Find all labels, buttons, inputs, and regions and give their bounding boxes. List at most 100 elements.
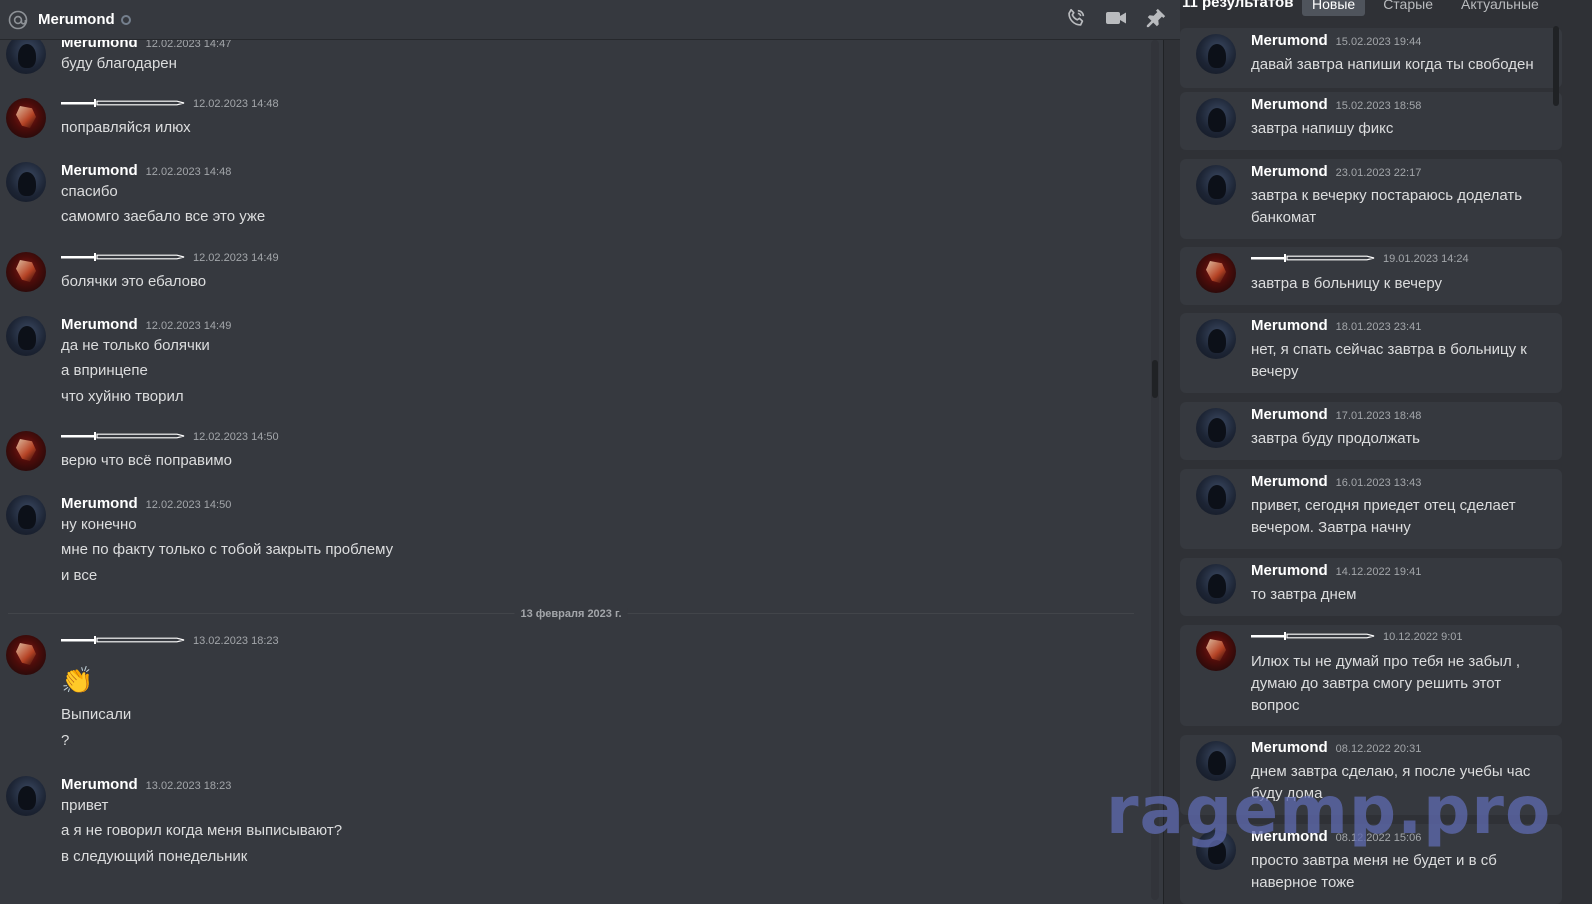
avatar[interactable] [1196, 631, 1236, 671]
message-text: самомго заебало все это уже [61, 208, 266, 225]
avatar[interactable] [1196, 253, 1236, 293]
timestamp: 12.02.2023 14:50 [193, 431, 279, 443]
sword-nickname-graphic[interactable] [61, 253, 185, 261]
search-result[interactable]: Merumond 15.02.2023 18:58 завтра напишу ф… [1180, 92, 1562, 150]
at-icon [8, 10, 28, 30]
message-text: поправляйся илюх [61, 119, 191, 136]
chat-scrollbar-thumb[interactable] [1152, 360, 1158, 398]
avatar[interactable] [6, 635, 46, 675]
pin-icon[interactable] [1144, 6, 1168, 30]
message-text: верю что всё поправимо [61, 452, 233, 469]
sort-tabs: Новые Старые Актуальные [1302, 0, 1557, 16]
author-name[interactable]: Merumond [1251, 562, 1328, 579]
search-result[interactable]: 10.12.2022 9:01 Илюх ты не думай про теб… [1180, 625, 1562, 726]
message-text: спасибо [61, 183, 118, 200]
search-results-panel: 11 результатов Новые Старые Актуальные M… [1163, 0, 1592, 904]
message-text: привет [61, 797, 109, 814]
avatar[interactable] [1196, 408, 1236, 448]
clapping-hands-emoji: 👏 [61, 665, 94, 695]
tab-relevant[interactable]: Актуальные [1451, 0, 1549, 16]
timestamp: 12.02.2023 14:48 [145, 166, 232, 178]
message-text: ? [61, 732, 70, 749]
timestamp: 17.01.2023 18:48 [1335, 410, 1422, 422]
timestamp: 14.12.2022 19:41 [1335, 566, 1422, 578]
avatar[interactable] [6, 98, 46, 138]
search-result[interactable]: Merumond 15.02.2023 19:44 давай завтра на… [1180, 28, 1562, 88]
avatar[interactable] [1196, 98, 1236, 138]
result-text: давай завтра напиши когда ты свободен [1251, 56, 1534, 73]
video-icon[interactable] [1104, 6, 1128, 30]
avatar[interactable] [6, 776, 46, 816]
avatar[interactable] [1196, 165, 1236, 205]
message-text: а впринцепе [61, 362, 148, 379]
avatar[interactable] [1196, 475, 1236, 515]
timestamp: 13.02.2023 18:23 [145, 780, 232, 792]
search-result[interactable]: Merumond 17.01.2023 18:48 завтра буду про… [1180, 402, 1562, 460]
search-results-header: 11 результатов Новые Старые Актуальные [1164, 0, 1592, 26]
avatar[interactable] [1196, 34, 1236, 74]
channel-header: Merumond [0, 0, 1180, 40]
author-name[interactable]: Merumond [1251, 473, 1328, 490]
sword-nickname-graphic[interactable] [61, 432, 185, 440]
message-text: мне по факту только с тобой закрыть проб… [61, 541, 394, 558]
message-text: а я не говорил когда меня выписывают? [61, 822, 343, 839]
result-text: то завтра днем [1251, 586, 1357, 603]
timestamp: 15.02.2023 18:58 [1335, 100, 1422, 112]
result-text: днем завтра сделаю, я после учебы час бу… [1251, 763, 1531, 802]
author-name[interactable]: Merumond [61, 495, 138, 512]
search-result[interactable]: Merumond 14.12.2022 19:41 то завтра днем [1180, 558, 1562, 616]
timestamp: 16.01.2023 13:43 [1335, 477, 1422, 489]
author-name[interactable]: Merumond [1251, 96, 1328, 113]
timestamp: 19.01.2023 14:24 [1383, 253, 1469, 265]
avatar[interactable] [1196, 319, 1236, 359]
avatar[interactable] [1196, 741, 1236, 781]
timestamp: 13.02.2023 18:23 [193, 635, 279, 647]
search-result[interactable]: Merumond 08.12.2022 15:06 просто завтра м… [1180, 824, 1562, 904]
result-text: завтра к вечерку постараюсь доделать бан… [1251, 187, 1523, 226]
search-result[interactable]: Merumond 16.01.2023 13:43 привет, сегодня… [1180, 469, 1562, 549]
timestamp: 12.02.2023 14:49 [193, 252, 279, 264]
result-text: завтра в больницу к вечеру [1251, 275, 1443, 292]
author-name[interactable]: Merumond [61, 776, 138, 793]
tab-oldest[interactable]: Старые [1373, 0, 1443, 16]
author-name[interactable]: Merumond [1251, 739, 1328, 756]
avatar[interactable] [6, 495, 46, 535]
search-result[interactable]: 19.01.2023 14:24 завтра в больницу к веч… [1180, 247, 1562, 305]
author-name[interactable]: Merumond [1251, 317, 1328, 334]
search-result[interactable]: Merumond 18.01.2023 23:41 нет, я спать се… [1180, 313, 1562, 393]
sword-nickname-graphic[interactable] [61, 636, 185, 644]
sword-nickname-graphic[interactable] [1251, 254, 1375, 262]
timestamp: 15.02.2023 19:44 [1335, 36, 1422, 48]
message-text: буду благодарен [61, 55, 177, 72]
avatar[interactable] [1196, 830, 1236, 870]
call-icon[interactable] [1064, 6, 1088, 30]
author-name[interactable]: Merumond [1251, 406, 1328, 423]
author-name[interactable]: Merumond [61, 162, 138, 179]
results-scrollbar-thumb[interactable] [1553, 26, 1559, 106]
author-name[interactable]: Merumond [1251, 828, 1328, 845]
result-text: привет, сегодня приедет отец сделает веч… [1251, 497, 1516, 536]
author-name[interactable]: Merumond [1251, 163, 1328, 180]
avatar[interactable] [6, 162, 46, 202]
message-text: ну конечно [61, 516, 137, 533]
avatar[interactable] [6, 316, 46, 356]
sword-nickname-graphic[interactable] [1251, 632, 1375, 640]
tab-newest[interactable]: Новые [1302, 0, 1366, 16]
author-name[interactable]: Merumond [61, 316, 138, 333]
timestamp: 12.02.2023 14:48 [193, 98, 279, 110]
result-text: завтра буду продолжать [1251, 430, 1420, 447]
avatar[interactable] [1196, 564, 1236, 604]
chat-scrollbar-track[interactable] [1151, 40, 1159, 900]
search-result[interactable]: Merumond 23.01.2023 22:17 завтра к вечерк… [1180, 159, 1562, 239]
avatar[interactable] [6, 252, 46, 292]
result-text: просто завтра меня не будет и в сб навер… [1251, 852, 1497, 891]
avatar[interactable] [6, 431, 46, 471]
search-result[interactable]: Merumond 08.12.2022 20:31 днем завтра сде… [1180, 735, 1562, 815]
message-text: и все [61, 567, 98, 584]
sword-nickname-graphic[interactable] [61, 99, 185, 107]
timestamp: 08.12.2022 20:31 [1335, 743, 1422, 755]
avatar[interactable] [6, 34, 46, 74]
result-count: 11 результатов [1182, 0, 1294, 11]
author-name[interactable]: Merumond [1251, 32, 1328, 49]
date-divider-label: 13 февраля 2023 г. [514, 608, 628, 620]
